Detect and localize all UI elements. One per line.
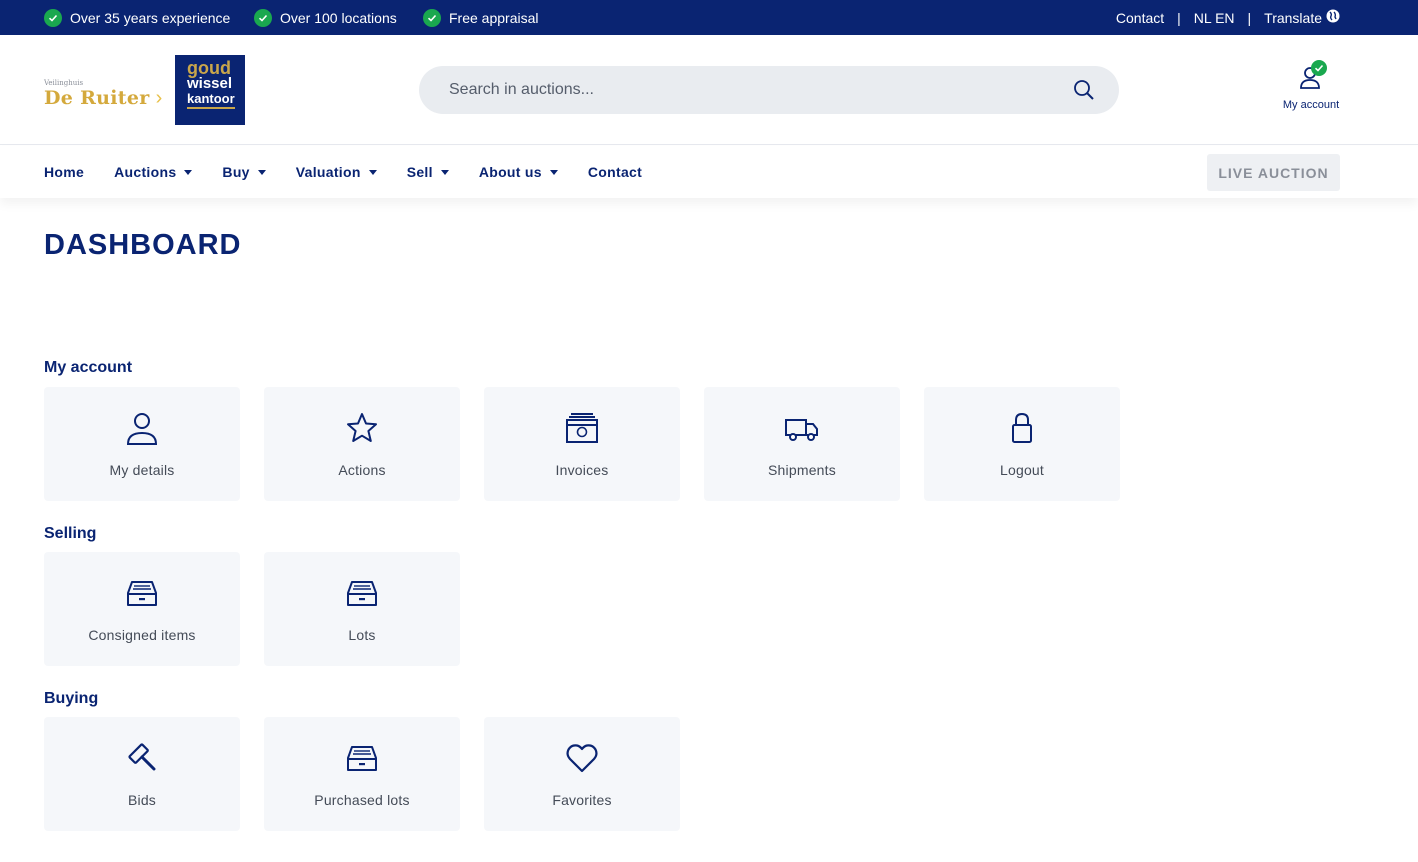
tile-favorites[interactable]: Favorites <box>484 717 680 831</box>
usp-text: Over 100 locations <box>280 9 397 26</box>
nav-label: Valuation <box>295 164 361 180</box>
drawer-icon <box>347 746 377 771</box>
drawer-icon <box>347 581 377 606</box>
top-links: Contact | NL EN | Translate <box>1116 0 1340 35</box>
goudwisselkantoor-logo[interactable]: goud wissel kantoor <box>175 55 245 125</box>
star-icon <box>347 413 377 442</box>
nav-label: Contact <box>587 164 643 180</box>
tile-label: Purchased lots <box>314 792 410 808</box>
tile-lots[interactable]: Lots <box>264 552 460 666</box>
search-icon[interactable] <box>1073 79 1095 106</box>
globe-icon[interactable] <box>1326 9 1340 26</box>
nav-label: Sell <box>406 164 433 180</box>
tile-label: Lots <box>348 627 376 643</box>
nav-buy[interactable]: Buy <box>222 164 266 180</box>
truck-icon <box>785 419 818 441</box>
usp-text: Over 35 years experience <box>70 9 231 26</box>
section-title-my-account: My account <box>44 359 133 376</box>
caret-down-icon <box>549 169 558 175</box>
tile-shipments[interactable]: Shipments <box>704 387 900 501</box>
chevron-right-icon: › <box>155 87 163 109</box>
user-icon <box>126 413 158 445</box>
tile-logout[interactable]: Logout <box>924 387 1120 501</box>
tile-label: Logout <box>999 462 1045 478</box>
tile-my-details[interactable]: My details <box>44 387 240 501</box>
caret-down-icon <box>257 169 266 175</box>
tile-consigned-items[interactable]: Consigned items <box>44 552 240 666</box>
page-title: DASHBOARD <box>44 229 242 261</box>
nav-label: Buy <box>222 164 250 180</box>
nav-about-us[interactable]: About us <box>479 164 558 180</box>
site-header: Veilinghuis De Ruiter › goud wissel kanto… <box>0 35 1418 145</box>
nav-label: Auctions <box>114 164 177 180</box>
tile-label: Favorites <box>552 792 612 808</box>
invoice-icon <box>566 413 598 443</box>
tile-label: My details <box>109 462 175 478</box>
logo-title: De Ruiter <box>44 87 150 109</box>
gavel-icon <box>128 743 156 771</box>
nav-label: About us <box>478 164 542 180</box>
translate-link[interactable]: Translate <box>1264 10 1322 26</box>
logged-in-check-icon <box>1311 60 1327 76</box>
logo-subtitle: Veilinghuis <box>44 79 84 87</box>
caret-down-icon <box>368 169 377 175</box>
logo-line: goud <box>187 58 231 78</box>
check-icon <box>254 8 272 27</box>
main-nav: Home Auctions Buy Valuation Sell About u… <box>0 146 1418 198</box>
nav-sell[interactable]: Sell <box>407 164 449 180</box>
usp-item: Over 100 locations <box>254 0 397 35</box>
check-icon <box>44 8 62 27</box>
live-auction-button[interactable]: LIVE AUCTION <box>1207 154 1340 191</box>
nav-contact[interactable]: Contact <box>588 164 642 180</box>
tile-invoices[interactable]: Invoices <box>484 387 680 501</box>
section-title-buying: Buying <box>44 690 99 707</box>
section-title-selling: Selling <box>44 525 97 542</box>
de-ruiter-logo[interactable]: Veilinghuis De Ruiter › <box>44 79 162 110</box>
logo-line: wissel <box>187 75 233 92</box>
my-account-label: My account <box>1282 99 1340 111</box>
usp-item: Over 35 years experience <box>44 0 230 35</box>
drawer-icon <box>127 581 157 606</box>
nav-home[interactable]: Home <box>44 164 84 180</box>
my-account-button[interactable]: My account <box>1279 60 1343 111</box>
lock-icon <box>1012 412 1032 443</box>
tile-purchased-lots[interactable]: Purchased lots <box>264 717 460 831</box>
divider: | <box>1247 9 1252 26</box>
divider: | <box>1177 9 1181 26</box>
logo-line: kantoor <box>187 91 235 109</box>
tile-label: Bids <box>127 792 157 808</box>
heart-icon <box>566 744 598 773</box>
tile-label: Actions <box>338 462 386 478</box>
check-icon <box>423 8 441 27</box>
nav-valuation[interactable]: Valuation <box>296 164 377 180</box>
caret-down-icon <box>440 169 449 175</box>
tile-label: Invoices <box>555 462 609 478</box>
tile-label: Consigned items <box>88 627 196 643</box>
usp-text: Free appraisal <box>449 9 539 26</box>
search-input[interactable] <box>449 66 1049 114</box>
nav-auctions[interactable]: Auctions <box>114 164 193 180</box>
tile-actions[interactable]: Actions <box>264 387 460 501</box>
top-bar: Over 35 years experience Over 100 locati… <box>0 0 1418 35</box>
caret-down-icon <box>184 169 193 175</box>
nav-label: Home <box>44 164 85 180</box>
top-contact-link[interactable]: Contact <box>1116 10 1164 26</box>
usp-item: Free appraisal <box>423 0 539 35</box>
tile-bids[interactable]: Bids <box>44 717 240 831</box>
search-bar <box>419 66 1119 114</box>
tile-label: Shipments <box>768 462 836 478</box>
language-switch[interactable]: NL EN <box>1194 10 1235 26</box>
